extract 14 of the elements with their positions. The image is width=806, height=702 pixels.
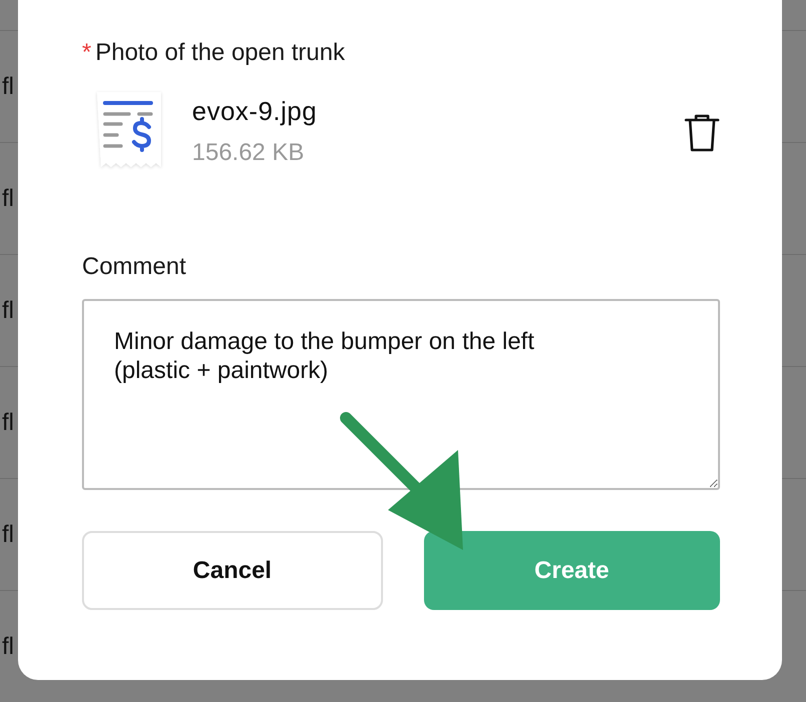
table-cell-text: fl (2, 296, 14, 324)
table-cell-text: fl (2, 72, 14, 100)
file-size: 156.62 KB (192, 138, 306, 166)
field-label: Photo of the open trunk (95, 39, 345, 66)
trash-icon[interactable] (684, 113, 720, 153)
table-cell-text: fl (2, 184, 14, 212)
comment-field[interactable]: Minor damage to the bumper on the left (plastic + paintwork) (82, 299, 720, 490)
cancel-button[interactable]: Cancel (82, 531, 382, 610)
table-cell-text: fl (2, 520, 14, 548)
table-cell-text: fl (2, 408, 14, 436)
table-cell-text: fl (2, 632, 14, 660)
required-mark: * (82, 39, 92, 66)
field-label: Comment (82, 253, 188, 281)
file-name: evox-9.jpg (192, 96, 318, 126)
